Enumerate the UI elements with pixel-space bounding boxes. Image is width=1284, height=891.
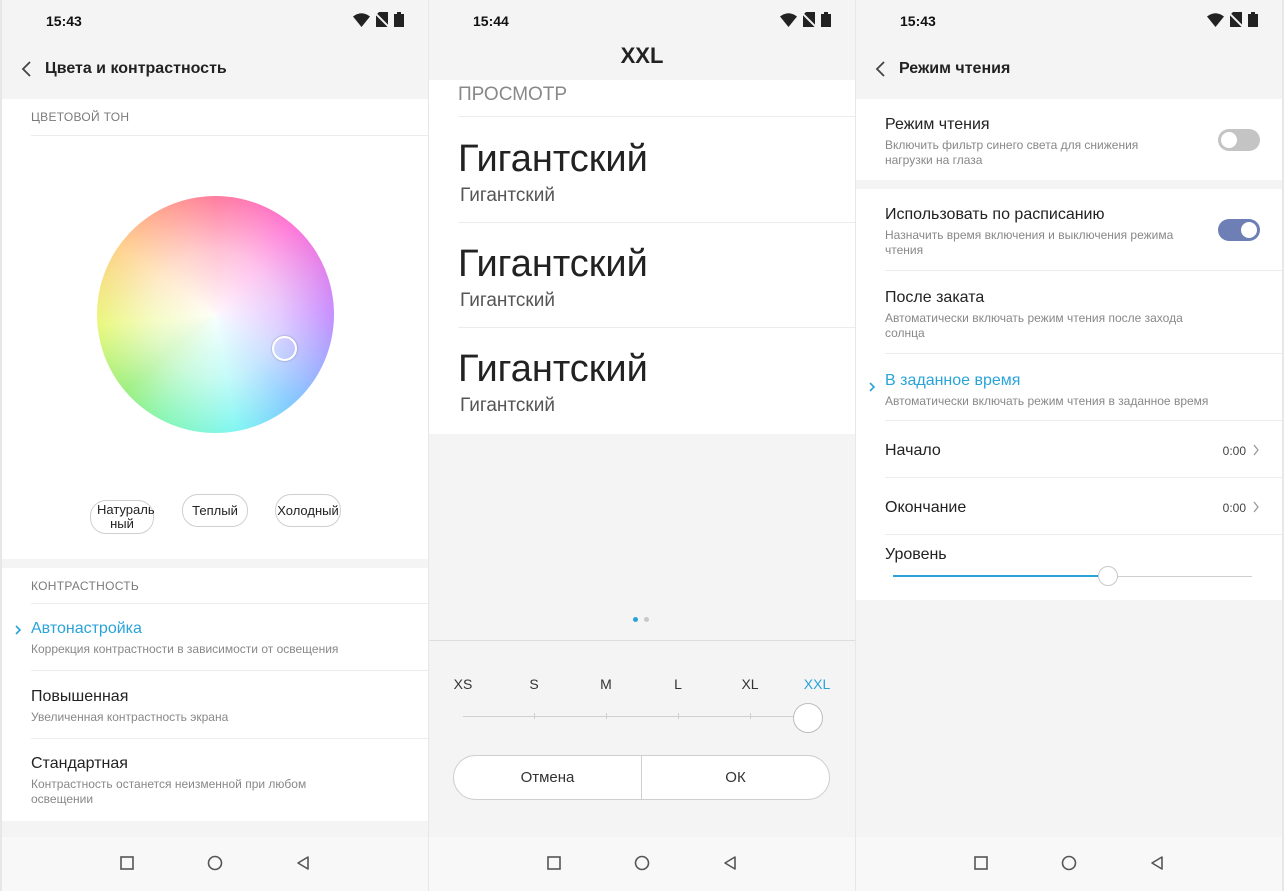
screen-color-contrast: 15:43 Цвета и контрастность ЦВЕТОВОЙ ТОН…: [2, 0, 428, 891]
start-time-row[interactable]: Начало: [885, 442, 1252, 460]
home-icon[interactable]: [207, 855, 223, 871]
contrast-option-auto[interactable]: Автонастройка Коррекция контрастности в …: [31, 620, 398, 657]
end-time-value: 0:00: [1222, 501, 1246, 515]
status-time: 15:43: [900, 13, 936, 29]
size-label-l[interactable]: L: [668, 676, 688, 692]
recents-icon[interactable]: [119, 855, 135, 871]
cancel-button[interactable]: Отмена: [454, 756, 642, 799]
selected-chevron-icon: [15, 625, 22, 635]
wifi-icon: [353, 12, 370, 27]
ok-button[interactable]: ОК: [642, 756, 829, 799]
size-slider-thumb[interactable]: [793, 703, 823, 733]
size-selector[interactable]: XS S M L XL XXL: [429, 660, 855, 740]
size-label-s[interactable]: S: [524, 676, 544, 692]
preview-large-text: Гигантский: [458, 243, 648, 285]
dialog-buttons: Отмена ОК: [453, 755, 830, 800]
chevron-right-icon: [1253, 501, 1259, 513]
size-label-xl[interactable]: XL: [740, 676, 760, 692]
no-sim-icon: [376, 12, 388, 27]
wifi-icon: [780, 12, 797, 27]
page-title: Режим чтения: [899, 60, 1011, 77]
level-track-fill: [893, 575, 1109, 577]
level-slider-thumb[interactable]: [1098, 566, 1119, 586]
start-time-value: 0:00: [1222, 444, 1246, 458]
wifi-icon: [1207, 12, 1224, 27]
status-bar: 15:43: [856, 0, 1282, 42]
page-title: XXL: [620, 43, 664, 68]
chevron-right-icon: [1253, 444, 1259, 456]
back-nav-icon[interactable]: [295, 855, 311, 871]
preset-natural-button[interactable]: Натураль ный: [90, 500, 155, 534]
contrast-option-high[interactable]: Повышенная Увеличенная контрастность экр…: [31, 688, 398, 725]
reading-mode-panel: Режим чтения Включить фильтр синего свет…: [856, 99, 1282, 180]
back-arrow-icon[interactable]: [872, 59, 890, 79]
preview-small-text: Гигантский: [460, 185, 555, 206]
back-nav-icon[interactable]: [1149, 855, 1165, 871]
schedule-panel: Использовать по расписанию Назначить вре…: [856, 189, 1282, 600]
schedule-toggle[interactable]: [1218, 219, 1260, 241]
page-indicator: [633, 617, 649, 622]
app-bar: Цвета и контрастность: [2, 42, 428, 98]
preset-cold-button[interactable]: Холодный: [275, 494, 341, 527]
level-row: Уровень: [885, 546, 947, 563]
level-slider[interactable]: [893, 566, 1252, 586]
screen-reading-mode: 15:43 Режим чтения Режим чтения Включить…: [856, 0, 1282, 891]
app-bar: Режим чтения: [856, 42, 1282, 98]
battery-icon: [821, 12, 831, 27]
schedule-row[interactable]: Использовать по расписанию Назначить вре…: [885, 206, 1212, 258]
battery-icon: [394, 12, 404, 27]
size-track[interactable]: [463, 716, 808, 717]
no-sim-icon: [803, 12, 815, 27]
color-wheel[interactable]: [97, 196, 334, 433]
back-nav-icon[interactable]: [722, 855, 738, 871]
contrast-option-standard[interactable]: Стандартная Контрастность останется неиз…: [31, 755, 338, 807]
size-label-xxl[interactable]: XXL: [802, 676, 832, 692]
screen-font-size: 15:44 XXL ПРОСМОТР Гигантский Гигантский…: [429, 0, 855, 891]
preview-large-text: Гигантский: [458, 348, 648, 390]
home-icon[interactable]: [634, 855, 650, 871]
recents-icon[interactable]: [546, 855, 562, 871]
preview-large-text: Гигантский: [458, 138, 648, 180]
page-dot: [644, 617, 649, 622]
preview-small-text: Гигантский: [460, 395, 555, 416]
selected-chevron-icon: [869, 382, 876, 392]
back-arrow-icon[interactable]: [18, 59, 36, 79]
preview-panel: ПРОСМОТР Гигантский Гигантский Гигантски…: [429, 80, 855, 434]
nav-bar: [856, 837, 1282, 891]
battery-icon: [1248, 12, 1258, 27]
page-title: Цвета и контрастность: [45, 60, 227, 77]
home-icon[interactable]: [1061, 855, 1077, 871]
end-time-row[interactable]: Окончание: [885, 499, 1252, 517]
section-contrast-label: КОНТРАСТНОСТЬ: [31, 579, 140, 593]
reading-mode-row[interactable]: Режим чтения Включить фильтр синего свет…: [885, 116, 1172, 168]
size-label-m[interactable]: M: [596, 676, 616, 692]
nav-bar: [429, 837, 855, 891]
status-bar: 15:43: [2, 0, 428, 42]
color-wheel-knob[interactable]: [272, 336, 297, 361]
recents-icon[interactable]: [973, 855, 989, 871]
status-time: 15:43: [46, 13, 82, 29]
after-sunset-option[interactable]: После заката Автоматически включать режи…: [885, 289, 1222, 341]
nav-bar: [2, 837, 428, 891]
custom-time-option[interactable]: В заданное время Автоматически включать …: [885, 372, 1252, 409]
status-time: 15:44: [473, 13, 509, 29]
preview-small-text: Гигантский: [460, 290, 555, 311]
contrast-panel: КОНТРАСТНОСТЬ Автонастройка Коррекция ко…: [2, 568, 428, 821]
size-label-xs[interactable]: XS: [453, 676, 473, 692]
preview-label: ПРОСМОТР: [458, 84, 568, 105]
status-bar: 15:44: [429, 0, 855, 42]
section-tone-label: ЦВЕТОВОЙ ТОН: [31, 110, 130, 124]
page-dot-active: [633, 617, 638, 622]
preset-warm-button[interactable]: Теплый: [182, 494, 248, 527]
no-sim-icon: [1230, 12, 1242, 27]
reading-mode-toggle[interactable]: [1218, 129, 1260, 151]
